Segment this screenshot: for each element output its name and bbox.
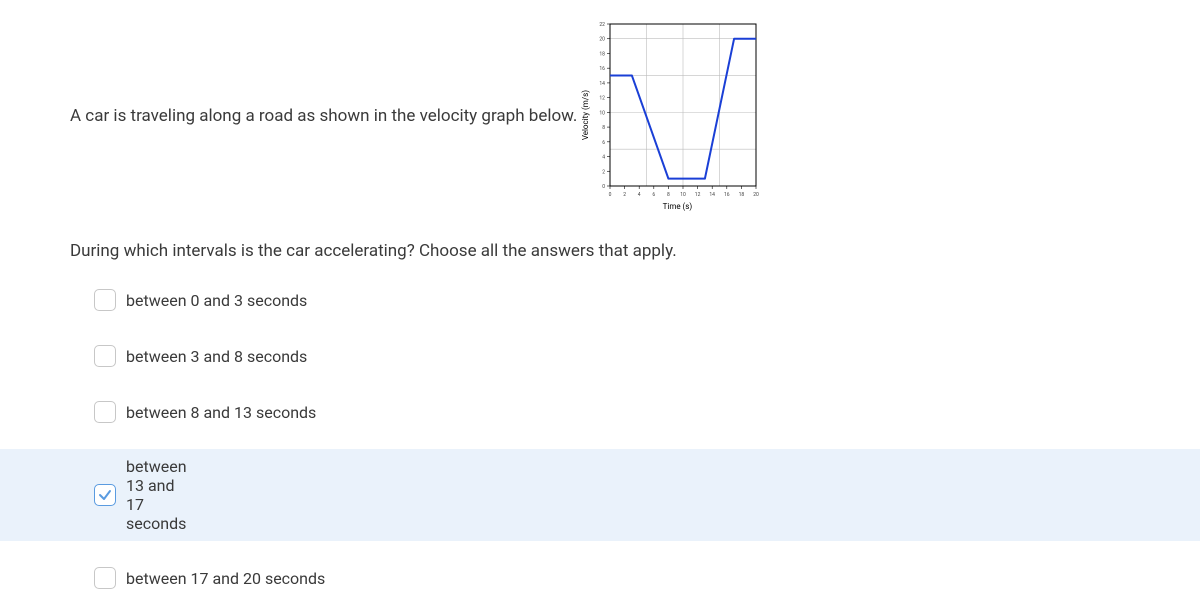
svg-text:22: 22	[600, 22, 606, 28]
chart-xlabel: Time (s)	[592, 202, 762, 211]
svg-text:16: 16	[600, 66, 606, 72]
option-row[interactable]: between 13 and 17 seconds	[0, 449, 1200, 541]
check-icon	[98, 488, 112, 502]
svg-text:14: 14	[710, 192, 716, 198]
checkbox[interactable]	[94, 289, 116, 311]
velocity-chart: Velocity (m/s) 0 2 4 6 8 10 12 14 16 18 20 0 2 4 6 8 10 1…	[581, 20, 771, 211]
svg-text:18: 18	[600, 51, 606, 57]
checkbox[interactable]	[94, 567, 116, 589]
svg-text:10: 10	[600, 110, 606, 116]
svg-text:8: 8	[667, 192, 670, 198]
svg-text:18: 18	[739, 192, 745, 198]
svg-text:8: 8	[603, 125, 606, 131]
intro-text: A car is traveling along a road as shown…	[70, 106, 577, 126]
checkbox[interactable]	[94, 345, 116, 367]
svg-text:12: 12	[695, 192, 701, 198]
svg-text:2: 2	[603, 169, 606, 175]
svg-text:4: 4	[603, 155, 606, 161]
svg-text:0: 0	[603, 184, 606, 190]
options-list: between 0 and 3 seconds between 3 and 8 s…	[0, 271, 1200, 597]
option-label: between 3 and 8 seconds	[126, 347, 307, 366]
chart-plot: 0 2 4 6 8 10 12 14 16 18 20 0 2 4 6 8 10 12 14 16 18 20 22	[592, 20, 762, 200]
option-row[interactable]: between 8 and 13 seconds	[94, 393, 1130, 431]
svg-text:16: 16	[724, 192, 730, 198]
option-label: between 13 and 17 seconds	[126, 457, 187, 533]
svg-text:0: 0	[609, 192, 612, 198]
checkbox[interactable]	[94, 484, 116, 506]
svg-text:2: 2	[624, 192, 627, 198]
svg-text:6: 6	[653, 192, 656, 198]
svg-text:20: 20	[754, 192, 760, 198]
svg-text:4: 4	[638, 192, 641, 198]
svg-text:14: 14	[600, 81, 606, 87]
option-label: between 0 and 3 seconds	[126, 291, 307, 310]
option-row[interactable]: between 0 and 3 seconds	[94, 281, 1130, 319]
svg-text:20: 20	[600, 37, 606, 43]
checkbox[interactable]	[94, 401, 116, 423]
svg-text:6: 6	[603, 140, 606, 146]
option-row[interactable]: between 3 and 8 seconds	[94, 337, 1130, 375]
option-label: between 17 and 20 seconds	[126, 569, 325, 588]
chart-ylabel: Velocity (m/s)	[581, 90, 590, 140]
option-label: between 8 and 13 seconds	[126, 403, 316, 422]
question-text: During which intervals is the car accele…	[0, 211, 1200, 271]
option-row[interactable]: between 17 and 20 seconds	[94, 559, 1130, 597]
svg-text:10: 10	[681, 192, 687, 198]
svg-text:12: 12	[600, 96, 606, 102]
